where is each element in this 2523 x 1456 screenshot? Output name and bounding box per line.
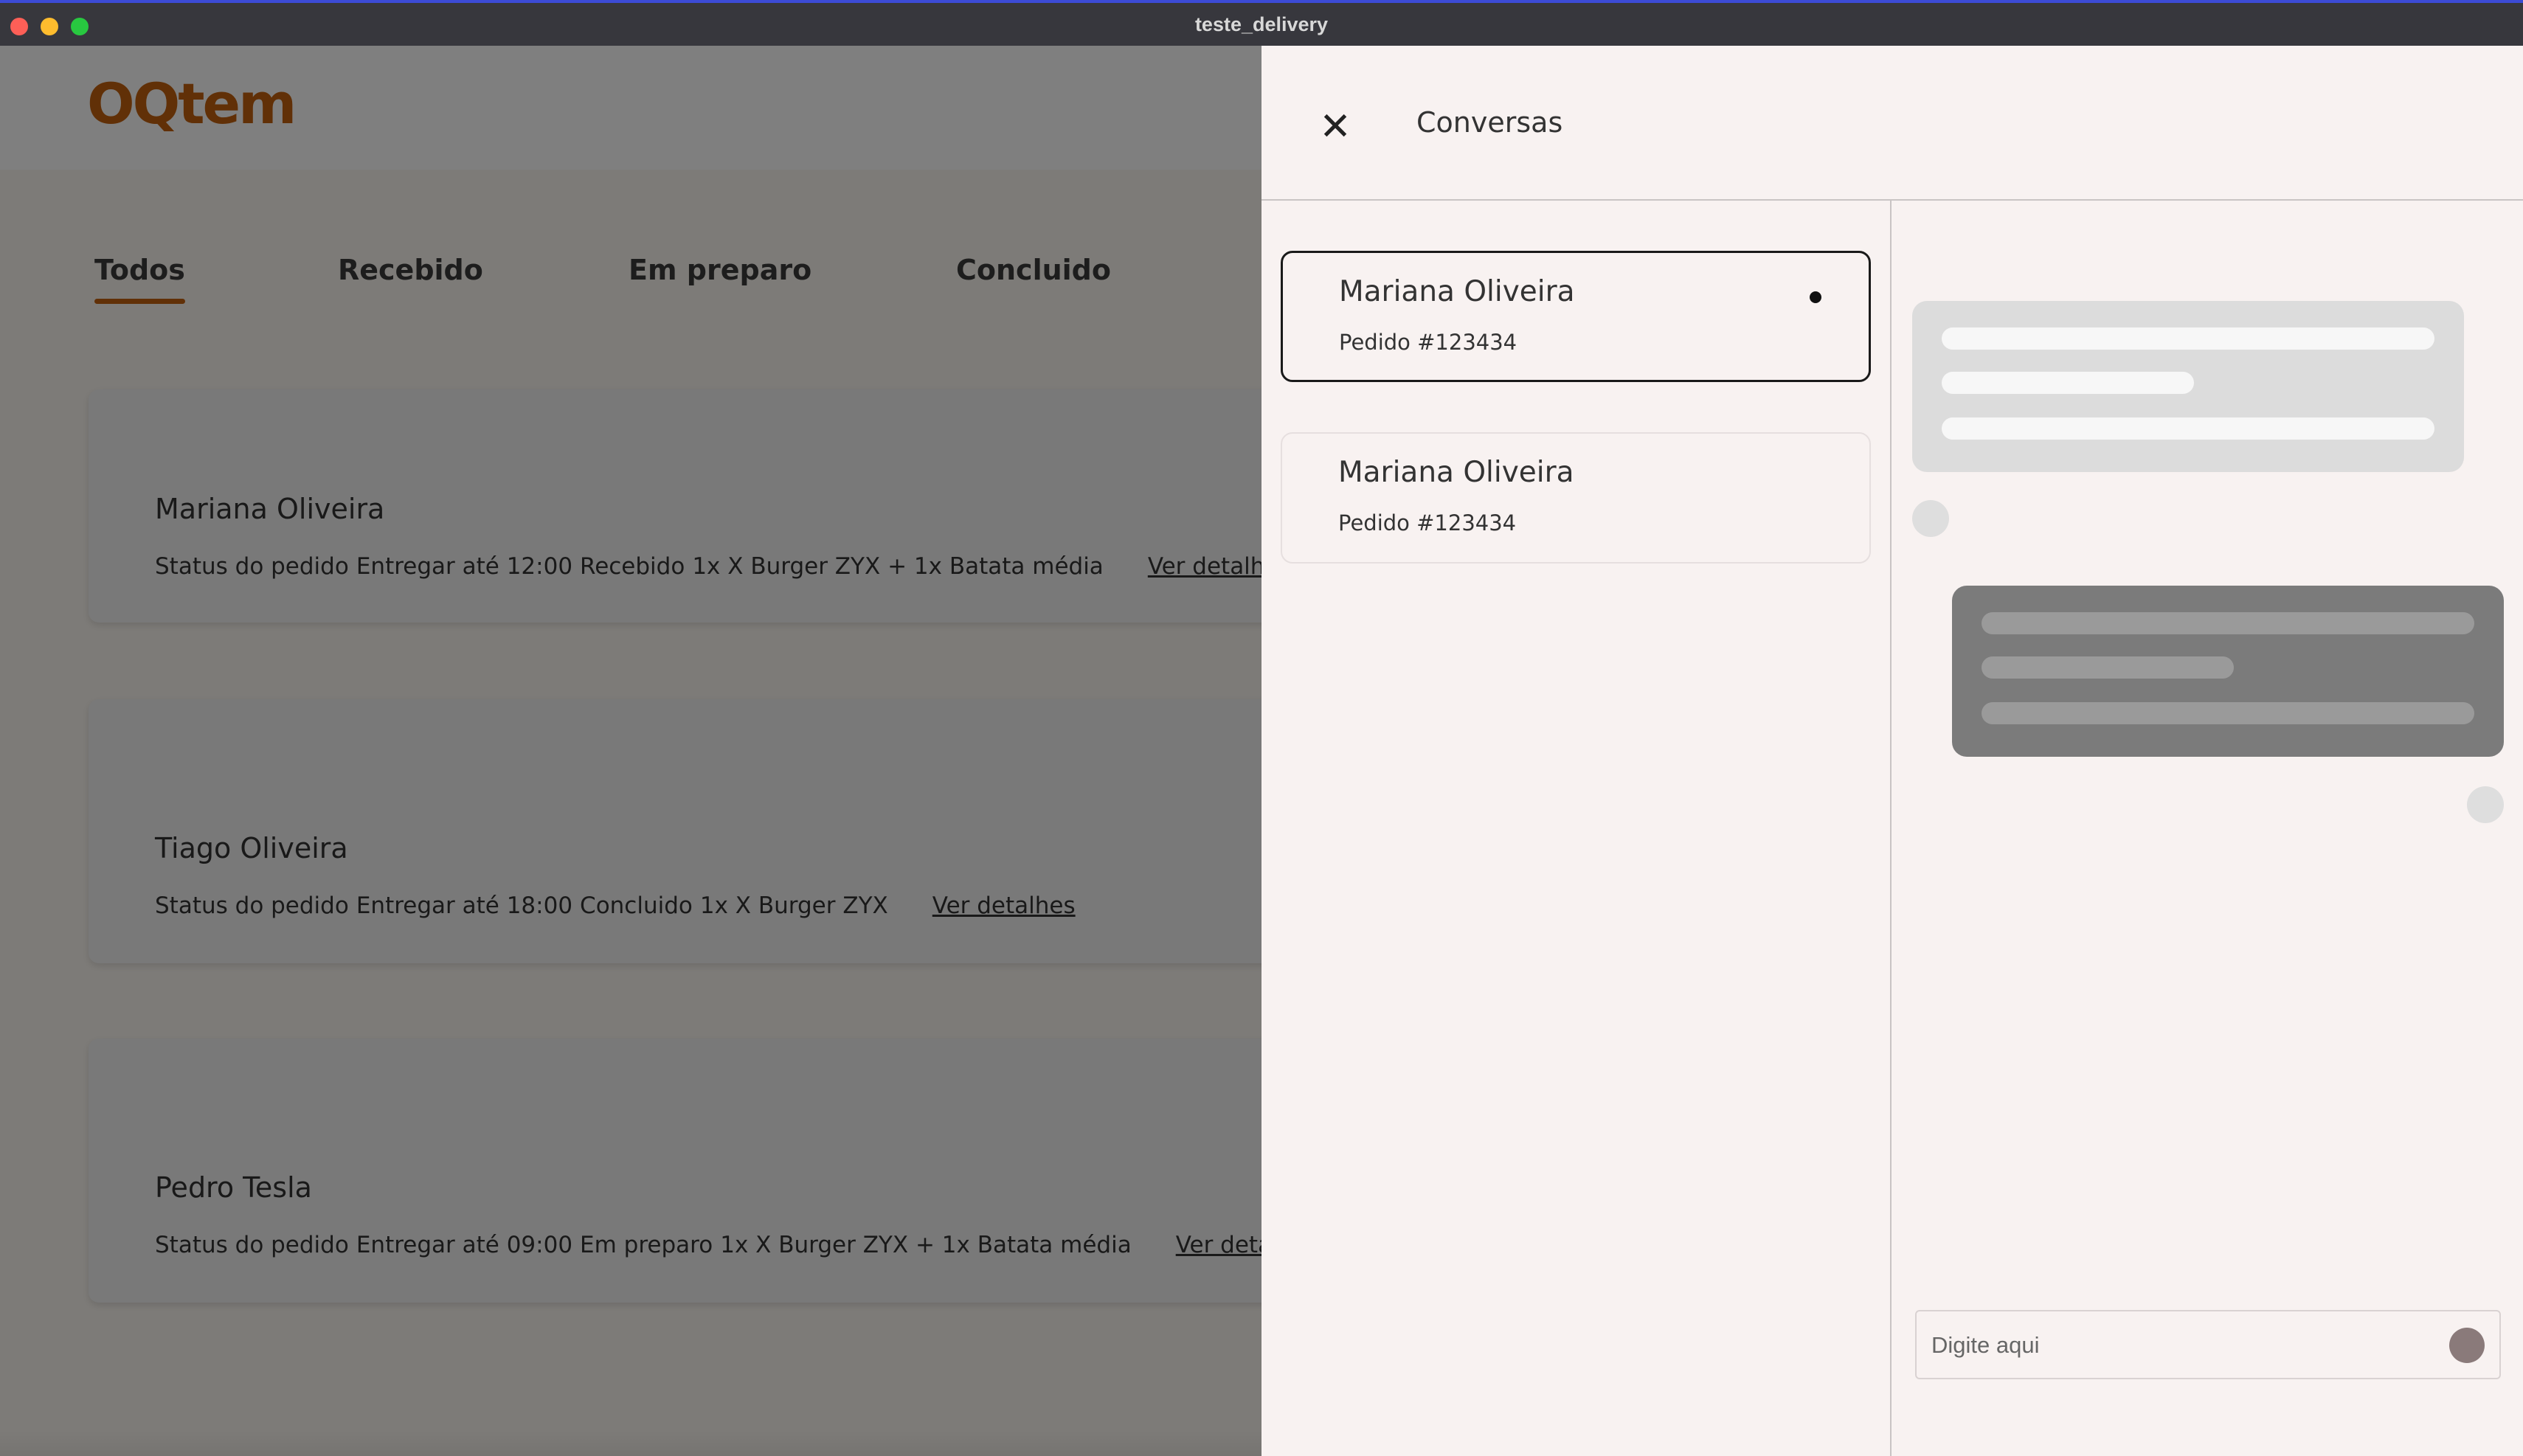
message-input[interactable] — [1930, 1325, 2434, 1366]
avatar — [2467, 786, 2504, 823]
message-input-box[interactable] — [1915, 1310, 2501, 1379]
close-icon[interactable]: ✕ — [1313, 105, 1357, 149]
window-titlebar: teste_delivery — [0, 0, 2523, 46]
modal-scrim[interactable] — [0, 46, 1262, 1456]
unread-dot-icon — [1810, 291, 1821, 303]
panel-divider — [1262, 199, 2523, 201]
conversation-order: Pedido #123434 — [1339, 330, 1517, 355]
skeleton-line — [1942, 327, 2434, 350]
skeleton-line — [1982, 702, 2474, 724]
conversation-item[interactable]: Mariana Oliveira Pedido #123434 — [1281, 251, 1871, 382]
skeleton-line — [1942, 417, 2434, 440]
conversation-name: Mariana Oliveira — [1339, 275, 1575, 308]
conversation-item[interactable]: Mariana Oliveira Pedido #123434 — [1281, 432, 1871, 564]
skeleton-line — [1982, 656, 2234, 679]
conversation-name: Mariana Oliveira — [1338, 456, 1574, 489]
column-divider — [1890, 201, 1892, 1456]
outgoing-message-skeleton — [1952, 586, 2504, 757]
conversations-panel: ✕ Conversas Mariana Oliveira Pedido #123… — [1262, 46, 2523, 1456]
app-content: OQtem Todos Recebido Em preparo Concluid… — [0, 46, 2523, 1456]
conversation-order: Pedido #123434 — [1338, 510, 1517, 535]
panel-title: Conversas — [1416, 106, 1563, 139]
skeleton-line — [1942, 372, 2194, 394]
window-title: teste_delivery — [1194, 13, 1329, 35]
send-icon[interactable] — [2449, 1328, 2485, 1363]
skeleton-line — [1982, 612, 2474, 634]
incoming-message-skeleton — [1912, 301, 2464, 472]
avatar — [1912, 500, 1949, 537]
orders-page: OQtem Todos Recebido Em preparo Concluid… — [0, 46, 1262, 1456]
